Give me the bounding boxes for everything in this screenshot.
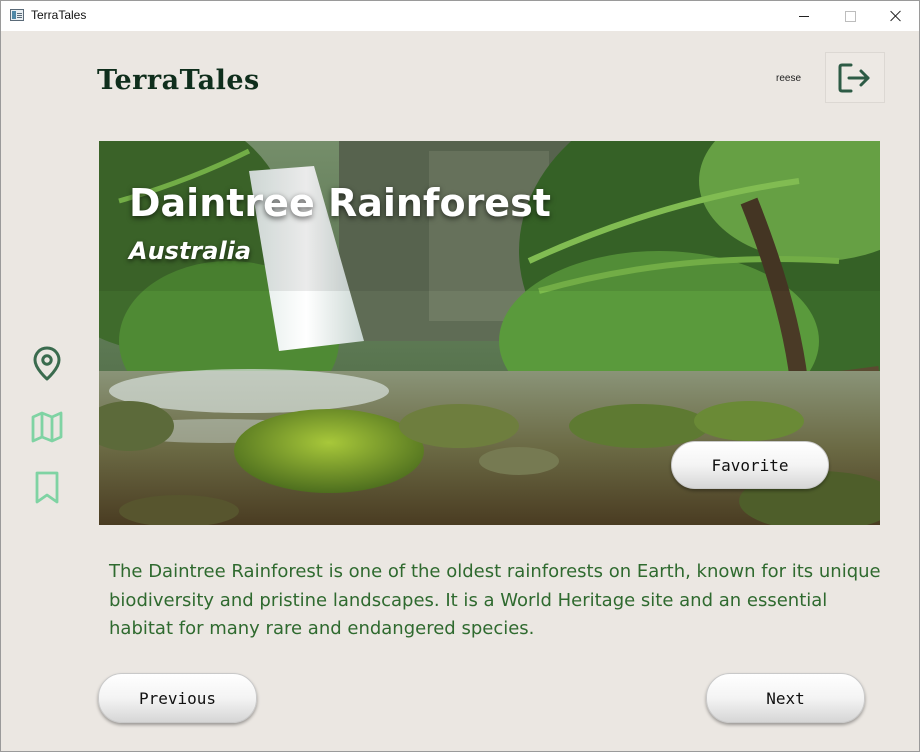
- destination-description: The Daintree Rainforest is one of the ol…: [109, 561, 881, 639]
- nav-bookmark-button[interactable]: [29, 469, 65, 507]
- next-button[interactable]: Next: [706, 673, 865, 723]
- maximize-icon: [844, 10, 856, 22]
- close-icon: [890, 10, 902, 22]
- destination-name: Daintree Rainforest: [129, 181, 551, 225]
- bookmark-icon: [35, 471, 59, 504]
- close-button[interactable]: [873, 1, 919, 31]
- previous-button[interactable]: Previous: [98, 673, 257, 723]
- nav-map-button[interactable]: [29, 408, 65, 446]
- window-title: TerraTales: [31, 8, 87, 22]
- destination-country: Australia: [129, 237, 252, 265]
- logout-icon: [838, 63, 870, 92]
- destination-hero-image: Daintree Rainforest Australia Favorite: [99, 141, 880, 525]
- app-window: TerraTales TerraTales reese Daintree Rai…: [0, 0, 920, 752]
- location-pin-icon: [33, 346, 61, 381]
- brand-title: TerraTales: [97, 65, 260, 96]
- favorite-button[interactable]: Favorite: [671, 441, 829, 489]
- nav-location-button[interactable]: [29, 345, 65, 383]
- title-bar: TerraTales: [1, 1, 919, 31]
- username-label: reese: [776, 73, 802, 84]
- map-icon: [31, 411, 63, 443]
- minimize-button[interactable]: [781, 1, 827, 31]
- logout-button[interactable]: [825, 52, 885, 103]
- maximize-button[interactable]: [827, 1, 873, 31]
- minimize-icon: [799, 15, 809, 17]
- app-icon: [10, 9, 24, 21]
